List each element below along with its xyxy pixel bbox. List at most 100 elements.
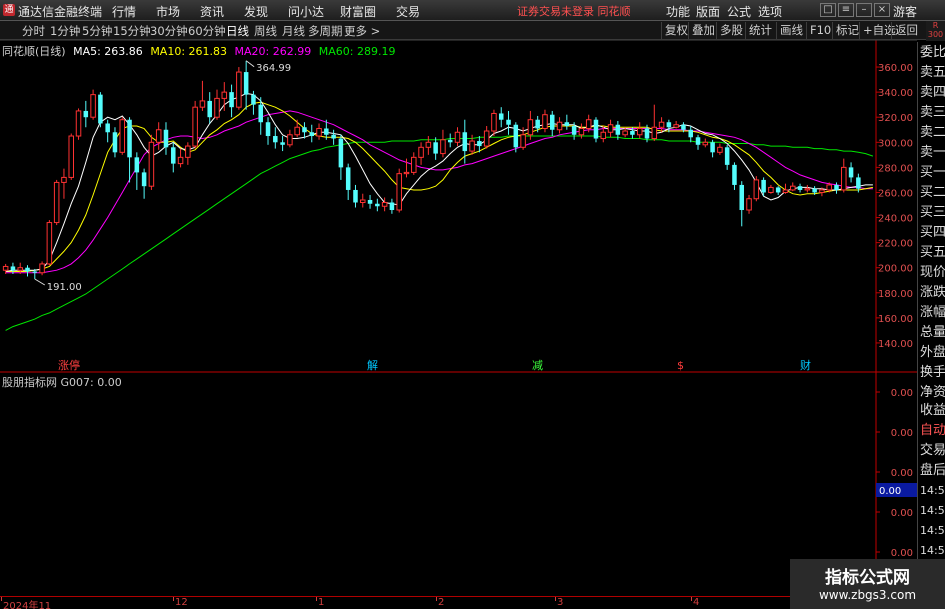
candle-body-down (331, 134, 336, 139)
multi-stock-button[interactable]: 多股 (716, 22, 746, 39)
candle-body-up (841, 166, 847, 191)
candle-body-up (294, 126, 300, 136)
candle-body-down (549, 114, 555, 130)
back-button[interactable]: 返回 (891, 22, 921, 39)
candle-body-up (185, 145, 191, 158)
y-tick-label: 320.00 (878, 113, 913, 124)
high-pointer (245, 60, 255, 68)
candle-body-down (163, 129, 169, 148)
menu-news[interactable]: 资讯 (200, 3, 224, 20)
candle-body-down (856, 177, 861, 189)
draw-line-button[interactable]: 画线 (776, 22, 806, 39)
candle-body-down (375, 203, 380, 207)
period-5min[interactable]: 5分钟 (82, 23, 112, 39)
candle-body-up (600, 131, 607, 140)
candle-body-down (141, 172, 147, 187)
stock-name: 同花顺(日线) (2, 45, 66, 58)
minimize-icon[interactable]: – (856, 3, 872, 17)
x-tick-label: 4 (693, 597, 700, 608)
candle-body-down (112, 132, 118, 153)
menu-discover[interactable]: 发现 (244, 3, 268, 20)
menu-layout[interactable]: 版面 (696, 3, 720, 20)
adjust-button[interactable]: 复权 (661, 22, 691, 39)
sidebar-item: 14:56 (920, 484, 945, 497)
event-marker: 涨停 (58, 358, 80, 372)
candle-body-up (556, 121, 563, 131)
candle-body-down (127, 119, 132, 158)
ma5-value: MA5: 263.86 (73, 45, 143, 58)
candle-body-up (673, 124, 679, 128)
candle-body-up (454, 131, 461, 143)
candle-body-down (732, 164, 737, 185)
period-60min[interactable]: 60分钟 (188, 23, 226, 39)
candle-body-up (651, 126, 658, 140)
candle-body-up (636, 128, 643, 136)
restore-icon[interactable]: □ (820, 3, 836, 17)
menu-functions[interactable]: 功能 (666, 3, 690, 20)
candle-body-up (826, 184, 832, 191)
candle-body-down (710, 142, 715, 153)
f10-button[interactable]: F10 (806, 22, 834, 39)
candle-body-down (498, 113, 504, 120)
x-tick-mark (691, 597, 692, 601)
close-icon[interactable]: × (874, 3, 890, 17)
candle-body-up (542, 114, 548, 129)
sidebar-item: 净资 (920, 385, 945, 400)
low-annotation: 191.00 (47, 282, 82, 293)
sidebar-item: 总量 (920, 325, 945, 340)
period-more[interactable]: 更多 > (344, 23, 380, 39)
candle-body-down (724, 147, 730, 165)
app-logo-icon: 通 (3, 4, 15, 16)
menu-icon[interactable]: ≡ (838, 3, 854, 17)
candle-body-down (848, 167, 854, 178)
x-tick-label: 2 (438, 597, 445, 608)
sidebar-item: 卖一 (920, 145, 945, 160)
sidebar-item: 买二 (920, 185, 945, 200)
overlay-button[interactable]: 叠加 (688, 22, 718, 39)
sidebar-item: 换手 (920, 365, 945, 380)
candle-body-up (236, 71, 242, 108)
candle-body-up (61, 176, 67, 183)
period-monthly[interactable]: 月线 (282, 23, 305, 39)
quote-sidebar: 委比 卖五 卖四 卖三 卖二 卖一 买一 买二 买三 买四 买五 现价 涨跌 涨幅 总量 外盘 换手 净资 收益 自动… (917, 42, 945, 597)
candle-body-down (688, 129, 693, 138)
candle-body-down (666, 122, 672, 128)
app-title: 通达信金融终端 (18, 5, 103, 19)
candle-body-down (644, 128, 650, 139)
candle-body-down (535, 119, 540, 129)
y-tick-label: 220.00 (878, 239, 913, 250)
time-axis: 2024年11 12 1 2 3 4 (0, 596, 920, 609)
period-30min[interactable]: 30分钟 (150, 23, 188, 39)
menu-options[interactable]: 选项 (758, 3, 782, 20)
menu-formula[interactable]: 公式 (727, 3, 751, 20)
menu-quotes[interactable]: 行情 (112, 3, 136, 20)
window-controls: □ ≡ – × (820, 2, 892, 18)
menu-trade[interactable]: 交易 (396, 3, 420, 20)
guest-label[interactable]: 游客 (893, 3, 917, 20)
menu-market[interactable]: 市场 (156, 3, 180, 20)
event-marker: 解 (367, 358, 378, 372)
sidebar-item: 14:56 (920, 524, 945, 537)
x-tick-mark (436, 597, 437, 601)
candle-body-down (134, 157, 140, 173)
candle-body-down (681, 124, 686, 130)
candle-body-up (396, 173, 402, 211)
sidebar-item: 涨幅 (920, 305, 945, 320)
period-15min[interactable]: 15分钟 (113, 23, 151, 39)
candle-body-down (338, 138, 344, 168)
stats-button[interactable]: 统计 (745, 22, 775, 39)
period-1min[interactable]: 1分钟 (50, 23, 80, 39)
period-multi[interactable]: 多周期 (308, 23, 343, 39)
mark-button[interactable]: 标记 (832, 22, 862, 39)
candle-body-down (273, 136, 278, 143)
kline-chart[interactable]: 140.00 160.00 180.00 200.00 220.00 240.00 260.… (0, 40, 918, 596)
period-weekly[interactable]: 周线 (254, 23, 277, 39)
period-daily[interactable]: 日线 (226, 23, 249, 39)
menu-ask-xiaoda[interactable]: 问小达 (288, 3, 324, 20)
period-intraday[interactable]: 分时 (22, 23, 45, 39)
candle-body-down (812, 188, 817, 193)
candle-body-up (622, 130, 628, 136)
candle-body-up (39, 263, 45, 274)
sidebar-item: 卖二 (920, 125, 945, 140)
menu-wealth-circle[interactable]: 财富圈 (340, 3, 376, 20)
